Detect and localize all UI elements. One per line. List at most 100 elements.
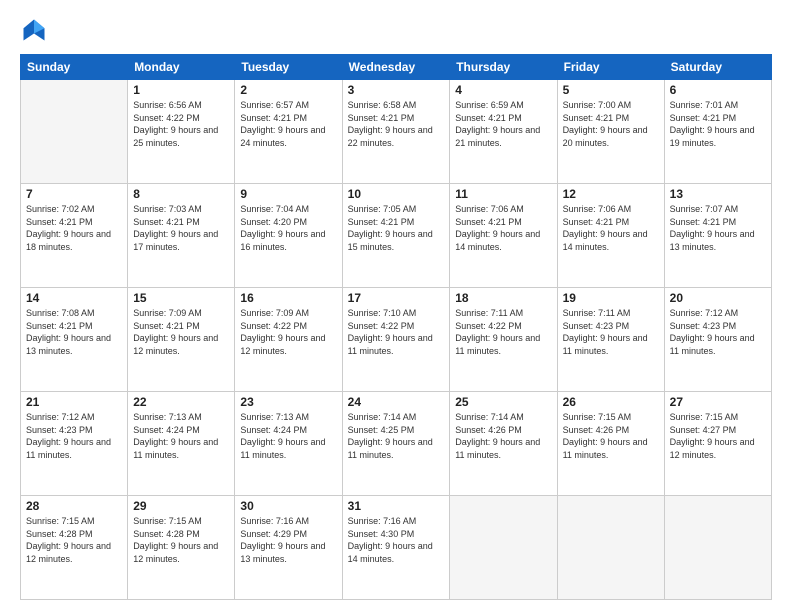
calendar-week-row: 28 Sunrise: 7:15 AMSunset: 4:28 PMDayligh…: [21, 496, 772, 600]
day-info: Sunrise: 7:15 AMSunset: 4:26 PMDaylight:…: [563, 411, 659, 461]
calendar-cell: 13 Sunrise: 7:07 AMSunset: 4:21 PMDayligh…: [664, 184, 771, 288]
day-info: Sunrise: 7:07 AMSunset: 4:21 PMDaylight:…: [670, 203, 766, 253]
calendar-cell: 19Sunrise: 7:11 AMSunset: 4:23 PMDayligh…: [557, 288, 664, 392]
calendar-day-header: Tuesday: [235, 55, 342, 80]
calendar-cell: [21, 80, 128, 184]
calendar-cell: 30 Sunrise: 7:16 AMSunset: 4:29 PMDayligh…: [235, 496, 342, 600]
day-info: Sunrise: 7:02 AMSunset: 4:21 PMDaylight:…: [26, 203, 122, 253]
day-number: 27: [670, 395, 766, 409]
day-info: Sunrise: 7:14 AMSunset: 4:25 PMDaylight:…: [348, 411, 445, 461]
day-number: 18: [455, 291, 551, 305]
day-info: Sunrise: 7:16 AMSunset: 4:29 PMDaylight:…: [240, 515, 336, 565]
calendar-cell: 16Sunrise: 7:09 AMSunset: 4:22 PMDayligh…: [235, 288, 342, 392]
day-info: Sunrise: 7:03 AMSunset: 4:21 PMDaylight:…: [133, 203, 229, 253]
calendar-cell: 10 Sunrise: 7:05 AMSunset: 4:21 PMDayligh…: [342, 184, 450, 288]
day-number: 12: [563, 187, 659, 201]
calendar-week-row: 1 Sunrise: 6:56 AMSunset: 4:22 PMDaylight…: [21, 80, 772, 184]
calendar-table: SundayMondayTuesdayWednesdayThursdayFrid…: [20, 54, 772, 600]
day-number: 1: [133, 83, 229, 97]
calendar-cell: 21Sunrise: 7:12 AMSunset: 4:23 PMDayligh…: [21, 392, 128, 496]
day-number: 11: [455, 187, 551, 201]
calendar-cell: 6 Sunrise: 7:01 AMSunset: 4:21 PMDaylight…: [664, 80, 771, 184]
day-number: 15: [133, 291, 229, 305]
day-number: 5: [563, 83, 659, 97]
day-info: Sunrise: 6:56 AMSunset: 4:22 PMDaylight:…: [133, 99, 229, 149]
day-info: Sunrise: 6:59 AMSunset: 4:21 PMDaylight:…: [455, 99, 551, 149]
day-number: 10: [348, 187, 445, 201]
calendar-cell: 27 Sunrise: 7:15 AMSunset: 4:27 PMDayligh…: [664, 392, 771, 496]
day-number: 8: [133, 187, 229, 201]
day-number: 23: [240, 395, 336, 409]
calendar-cell: 15 Sunrise: 7:09 AMSunset: 4:21 PMDayligh…: [128, 288, 235, 392]
day-info: Sunrise: 7:11 AMSunset: 4:23 PMDaylight:…: [563, 307, 659, 357]
day-number: 7: [26, 187, 122, 201]
calendar-cell: 22 Sunrise: 7:13 AMSunset: 4:24 PMDayligh…: [128, 392, 235, 496]
day-info: Sunrise: 7:15 AMSunset: 4:27 PMDaylight:…: [670, 411, 766, 461]
calendar-cell: 14 Sunrise: 7:08 AMSunset: 4:21 PMDayligh…: [21, 288, 128, 392]
day-number: 29: [133, 499, 229, 513]
calendar-cell: [557, 496, 664, 600]
calendar-cell: 5 Sunrise: 7:00 AMSunset: 4:21 PMDaylight…: [557, 80, 664, 184]
calendar-cell: 8 Sunrise: 7:03 AMSunset: 4:21 PMDaylight…: [128, 184, 235, 288]
calendar-week-row: 21Sunrise: 7:12 AMSunset: 4:23 PMDayligh…: [21, 392, 772, 496]
page: SundayMondayTuesdayWednesdayThursdayFrid…: [0, 0, 792, 612]
day-info: Sunrise: 7:01 AMSunset: 4:21 PMDaylight:…: [670, 99, 766, 149]
day-info: Sunrise: 7:05 AMSunset: 4:21 PMDaylight:…: [348, 203, 445, 253]
day-info: Sunrise: 7:06 AMSunset: 4:21 PMDaylight:…: [563, 203, 659, 253]
day-info: Sunrise: 7:12 AMSunset: 4:23 PMDaylight:…: [670, 307, 766, 357]
logo-icon: [20, 16, 48, 44]
calendar-day-header: Sunday: [21, 55, 128, 80]
calendar-cell: 2 Sunrise: 6:57 AMSunset: 4:21 PMDaylight…: [235, 80, 342, 184]
day-number: 24: [348, 395, 445, 409]
day-number: 30: [240, 499, 336, 513]
day-info: Sunrise: 7:08 AMSunset: 4:21 PMDaylight:…: [26, 307, 122, 357]
day-number: 3: [348, 83, 445, 97]
calendar-cell: 12 Sunrise: 7:06 AMSunset: 4:21 PMDayligh…: [557, 184, 664, 288]
day-info: Sunrise: 7:13 AMSunset: 4:24 PMDaylight:…: [240, 411, 336, 461]
day-number: 4: [455, 83, 551, 97]
calendar-day-header: Thursday: [450, 55, 557, 80]
day-info: Sunrise: 7:09 AMSunset: 4:22 PMDaylight:…: [240, 307, 336, 357]
day-number: 28: [26, 499, 122, 513]
calendar-day-header: Saturday: [664, 55, 771, 80]
day-info: Sunrise: 7:13 AMSunset: 4:24 PMDaylight:…: [133, 411, 229, 461]
calendar-cell: 7 Sunrise: 7:02 AMSunset: 4:21 PMDaylight…: [21, 184, 128, 288]
day-number: 6: [670, 83, 766, 97]
day-info: Sunrise: 7:00 AMSunset: 4:21 PMDaylight:…: [563, 99, 659, 149]
day-number: 22: [133, 395, 229, 409]
day-number: 14: [26, 291, 122, 305]
day-number: 26: [563, 395, 659, 409]
day-number: 13: [670, 187, 766, 201]
day-info: Sunrise: 7:06 AMSunset: 4:21 PMDaylight:…: [455, 203, 551, 253]
day-info: Sunrise: 7:10 AMSunset: 4:22 PMDaylight:…: [348, 307, 445, 357]
calendar-cell: 9 Sunrise: 7:04 AMSunset: 4:20 PMDaylight…: [235, 184, 342, 288]
day-info: Sunrise: 7:11 AMSunset: 4:22 PMDaylight:…: [455, 307, 551, 357]
calendar-cell: 1 Sunrise: 6:56 AMSunset: 4:22 PMDaylight…: [128, 80, 235, 184]
day-number: 25: [455, 395, 551, 409]
day-info: Sunrise: 6:58 AMSunset: 4:21 PMDaylight:…: [348, 99, 445, 149]
day-info: Sunrise: 7:09 AMSunset: 4:21 PMDaylight:…: [133, 307, 229, 357]
day-info: Sunrise: 7:16 AMSunset: 4:30 PMDaylight:…: [348, 515, 445, 565]
calendar-cell: [664, 496, 771, 600]
day-number: 9: [240, 187, 336, 201]
day-info: Sunrise: 7:15 AMSunset: 4:28 PMDaylight:…: [133, 515, 229, 565]
calendar-cell: 29 Sunrise: 7:15 AMSunset: 4:28 PMDayligh…: [128, 496, 235, 600]
day-number: 2: [240, 83, 336, 97]
day-info: Sunrise: 6:57 AMSunset: 4:21 PMDaylight:…: [240, 99, 336, 149]
calendar-cell: 11 Sunrise: 7:06 AMSunset: 4:21 PMDayligh…: [450, 184, 557, 288]
day-number: 20: [670, 291, 766, 305]
calendar-day-header: Wednesday: [342, 55, 450, 80]
day-info: Sunrise: 7:04 AMSunset: 4:20 PMDaylight:…: [240, 203, 336, 253]
calendar-cell: 3 Sunrise: 6:58 AMSunset: 4:21 PMDaylight…: [342, 80, 450, 184]
calendar-cell: 31Sunrise: 7:16 AMSunset: 4:30 PMDayligh…: [342, 496, 450, 600]
calendar-cell: 4 Sunrise: 6:59 AMSunset: 4:21 PMDaylight…: [450, 80, 557, 184]
calendar-cell: 25Sunrise: 7:14 AMSunset: 4:26 PMDayligh…: [450, 392, 557, 496]
calendar-week-row: 14 Sunrise: 7:08 AMSunset: 4:21 PMDayligh…: [21, 288, 772, 392]
calendar-cell: [450, 496, 557, 600]
calendar-cell: 28 Sunrise: 7:15 AMSunset: 4:28 PMDayligh…: [21, 496, 128, 600]
calendar-day-header: Friday: [557, 55, 664, 80]
day-info: Sunrise: 7:15 AMSunset: 4:28 PMDaylight:…: [26, 515, 122, 565]
calendar-header-row: SundayMondayTuesdayWednesdayThursdayFrid…: [21, 55, 772, 80]
calendar-cell: 20 Sunrise: 7:12 AMSunset: 4:23 PMDayligh…: [664, 288, 771, 392]
logo: [20, 16, 52, 44]
